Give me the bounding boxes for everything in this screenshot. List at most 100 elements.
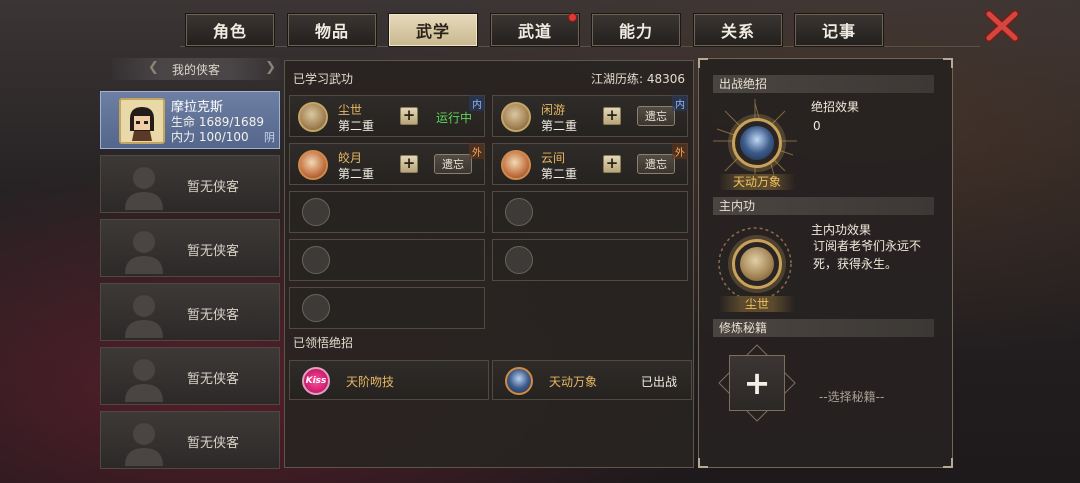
experience-value: 48306 — [646, 72, 685, 86]
yinyang-badge: 阴 — [264, 131, 275, 144]
ultimate-name: 天动万象 — [549, 375, 598, 389]
frame-corner — [698, 458, 708, 468]
avatar — [119, 98, 165, 144]
skill-name: 尘世 — [338, 103, 363, 117]
outer-tag: 外 — [469, 143, 485, 159]
loadout-panel: 出战绝招 天动万象 绝招效果 0 主内功 尘世 主内功效果 订阅者老爷们永远不死… — [698, 58, 953, 468]
ultimate-slot[interactable]: Kiss 天阶吻技 — [289, 360, 489, 400]
hero-slot-empty[interactable]: 暂无侠客 — [100, 155, 280, 213]
arrow-right-icon: ❯ — [265, 60, 276, 75]
main-effect-label: 主内功效果 — [811, 223, 872, 237]
hero-slot-empty[interactable]: 暂无侠客 — [100, 347, 280, 405]
skill-name: 闲游 — [541, 103, 566, 117]
ultimate-icon — [505, 367, 533, 395]
skill-slot[interactable]: 闲游 第二重 + 遗忘 内 — [492, 95, 688, 137]
inner-tag: 内 — [469, 95, 485, 111]
empty-slot-icon — [505, 198, 533, 226]
empty-slot-icon — [505, 246, 533, 274]
silhouette-icon — [125, 423, 163, 466]
frame-corner — [943, 458, 953, 468]
experience-label: 江湖历练: — [590, 72, 643, 86]
hero-slot-empty-label: 暂无侠客 — [187, 308, 240, 323]
empty-slot-icon — [302, 198, 330, 226]
forget-button[interactable]: 遗忘 — [434, 154, 472, 174]
frame-corner — [698, 58, 708, 68]
tab-items[interactable]: 物品 — [287, 13, 377, 47]
skill-name: 云间 — [541, 151, 566, 165]
skill-slot[interactable]: 云间 第二重 + 遗忘 外 — [492, 143, 688, 185]
skill-icon — [298, 150, 328, 180]
running-status: 运行中 — [436, 111, 473, 125]
skill-level: 第二重 — [541, 167, 578, 181]
main-internal-medal[interactable] — [732, 239, 782, 289]
hero-slot-empty[interactable]: 暂无侠客 — [100, 283, 280, 341]
select-manual-placeholder[interactable]: --选择秘籍-- — [819, 388, 884, 405]
skill-slot-empty[interactable] — [492, 239, 688, 281]
ultimate-slot[interactable]: 天动万象 已出战 — [492, 360, 692, 400]
skill-icon — [501, 150, 531, 180]
hero-slot-empty-label: 暂无侠客 — [187, 372, 240, 387]
tab-divider — [180, 46, 980, 47]
skill-slot[interactable]: 尘世 第二重 + 运行中 内 — [289, 95, 485, 137]
silhouette-icon — [125, 359, 163, 402]
skill-name: 皎月 — [338, 151, 363, 165]
notification-dot — [568, 13, 577, 22]
hero-list-header: ❮ 我的侠客 ❯ — [112, 58, 280, 80]
ultimate-icon — [740, 126, 774, 160]
skill-slot-empty[interactable] — [289, 287, 485, 329]
skill-level: 第二重 — [338, 167, 375, 181]
hp-label: 生命 — [171, 115, 196, 129]
tab-journal[interactable]: 记事 — [794, 13, 884, 47]
skill-level: 第二重 — [338, 119, 375, 133]
combat-ultimate-name: 天动万象 — [719, 174, 795, 190]
skill-slot-empty[interactable] — [289, 239, 485, 281]
close-button[interactable] — [982, 8, 1022, 44]
ultimate-name: 天阶吻技 — [346, 375, 395, 389]
combat-ultimate-medal[interactable] — [732, 118, 782, 168]
upgrade-button[interactable]: + — [603, 107, 621, 125]
silhouette-icon — [125, 231, 163, 274]
hero-list-title: 我的侠客 — [171, 62, 220, 77]
hero-slot-empty[interactable]: 暂无侠客 — [100, 219, 280, 277]
forget-button[interactable]: 遗忘 — [637, 154, 675, 174]
tab-martial-arts[interactable]: 武学 — [388, 13, 478, 47]
empty-slot-icon — [302, 246, 330, 274]
hero-mp: 内力 100/100 — [171, 128, 249, 145]
frame-corner — [943, 58, 953, 68]
silhouette-icon — [125, 167, 163, 210]
hero-slot-empty-label: 暂无侠客 — [187, 436, 240, 451]
kiss-icon: Kiss — [302, 367, 330, 395]
main-effect-text: 订阅者老爷们永远不死，获得永生。 — [813, 239, 922, 271]
forget-button[interactable]: 遗忘 — [637, 106, 675, 126]
mp-label: 内力 — [171, 130, 196, 144]
inner-tag: 内 — [672, 95, 688, 111]
skill-slot-empty[interactable] — [289, 191, 485, 233]
main-internal-title: 主内功 — [713, 197, 934, 215]
tab-relations[interactable]: 关系 — [693, 13, 783, 47]
upgrade-button[interactable]: + — [400, 107, 418, 125]
hero-slot-empty-label: 暂无侠客 — [187, 244, 240, 259]
combat-effect-label: 绝招效果 — [811, 100, 860, 114]
outer-tag: 外 — [672, 143, 688, 159]
experience-counter: 江湖历练: 48306 — [591, 70, 685, 87]
combat-effect-value: 0 — [813, 119, 821, 133]
upgrade-button[interactable]: + — [603, 155, 621, 173]
learned-skills-title: 已学习武功 — [293, 72, 354, 86]
skill-slot-empty[interactable] — [492, 191, 688, 233]
tab-wudao[interactable]: 武道 — [490, 13, 580, 47]
skill-icon — [501, 102, 531, 132]
hero-card-selected[interactable]: 摩拉克斯 生命 1689/1689 内力 100/100 阴 — [100, 91, 280, 149]
add-manual-button[interactable]: + — [729, 355, 785, 411]
hero-portrait-icon — [122, 101, 162, 141]
hero-slot-empty-label: 暂无侠客 — [187, 180, 240, 195]
tab-abilities[interactable]: 能力 — [591, 13, 681, 47]
hero-slot-empty[interactable]: 暂无侠客 — [100, 411, 280, 469]
skill-slot[interactable]: 皎月 第二重 + 遗忘 外 — [289, 143, 485, 185]
skill-icon — [740, 247, 774, 281]
mp-value: 100/100 — [198, 130, 249, 144]
silhouette-icon — [125, 295, 163, 338]
skill-level: 第二重 — [541, 119, 578, 133]
upgrade-button[interactable]: + — [400, 155, 418, 173]
manual-title: 修炼秘籍 — [713, 319, 934, 337]
tab-character[interactable]: 角色 — [185, 13, 275, 47]
